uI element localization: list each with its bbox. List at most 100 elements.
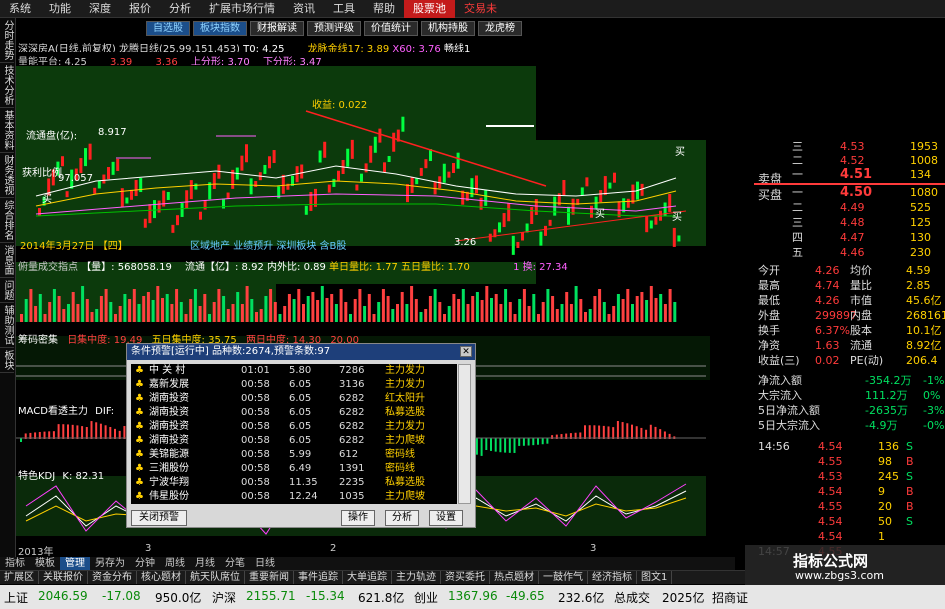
volume-bar xyxy=(179,302,183,322)
settings-button[interactable]: 设置 xyxy=(429,510,463,526)
extension-tab[interactable]: 热点题材 xyxy=(490,571,539,584)
extension-tab[interactable]: 主力轨迹 xyxy=(392,571,441,584)
x60-value: X60: 3.76 xyxy=(392,44,441,52)
close-alert-button[interactable]: 关闭预警 xyxy=(131,510,187,526)
volume-bar xyxy=(555,309,559,322)
volume-bar xyxy=(48,302,52,322)
alert-row[interactable]: ♣ 三湘股份 00:58 6.49 1391 密码线 xyxy=(131,462,457,476)
alert-name: 湖南投资 xyxy=(149,435,189,446)
quote-row: 4.55 98 B xyxy=(710,455,945,469)
menu-item[interactable]: 深度 xyxy=(80,0,120,18)
function-tab[interactable]: 预测评级 xyxy=(307,21,361,36)
sh-label: 上证 xyxy=(4,591,29,605)
period-tab[interactable]: 日线 xyxy=(250,557,280,570)
menu-item[interactable]: 分析 xyxy=(160,0,200,18)
alert-row[interactable]: ♣ 伟星股份 00:58 12.24 1035 主力爬坡 xyxy=(131,490,457,504)
macd-bar xyxy=(57,424,60,439)
volume-bar xyxy=(405,304,409,322)
period-tab[interactable]: 分钟 xyxy=(130,557,160,570)
extension-tab[interactable]: 资金分布 xyxy=(88,571,137,584)
function-tab[interactable]: 财报解读 xyxy=(250,21,304,36)
period-tab[interactable]: 管理 xyxy=(60,557,90,570)
function-tab[interactable]: 价值统计 xyxy=(364,21,418,36)
menu-item-stock-pool[interactable]: 股票池 xyxy=(404,0,455,18)
menu-item[interactable]: 报价 xyxy=(120,0,160,18)
alert-list-scrollbar[interactable] xyxy=(458,364,471,504)
quote-row: 净流入额 -354.2万 -1% xyxy=(710,374,945,388)
alert-note: 红太阳升 xyxy=(385,393,425,404)
candle xyxy=(571,198,575,215)
menu-item[interactable]: 工具 xyxy=(324,0,364,18)
extension-tab[interactable]: 核心题材 xyxy=(137,571,186,584)
function-tab[interactable]: 板块指数 xyxy=(193,21,247,36)
extension-tab[interactable]: 关联报价 xyxy=(39,571,88,584)
menu-item[interactable]: 帮助 xyxy=(364,0,404,18)
stat-value: 4.59 xyxy=(906,264,931,277)
alert-row[interactable]: ♣ 湖南投资 00:58 6.05 6282 主力发力 xyxy=(131,420,457,434)
alert-vol: 3136 xyxy=(339,379,365,390)
volume-bar xyxy=(654,298,658,322)
candle xyxy=(415,178,419,185)
extension-tab[interactable]: 扩展区 xyxy=(0,571,39,584)
close-icon[interactable]: ✕ xyxy=(460,346,472,357)
left-nav-item[interactable]: 综合排名 xyxy=(0,198,14,243)
menu-item-trade[interactable]: 交易未 xyxy=(455,0,506,18)
left-nav-item[interactable]: 财务透视 xyxy=(0,153,14,198)
period-tab[interactable]: 周线 xyxy=(160,557,190,570)
period-tab[interactable]: 指标 xyxy=(0,557,30,570)
period-tab[interactable]: 模板 xyxy=(30,557,60,570)
extension-tab[interactable]: 一鼓作气 xyxy=(539,571,588,584)
quote-row: 4.55 20 B xyxy=(710,500,945,514)
period-tab[interactable]: 月线 xyxy=(190,557,220,570)
left-nav-item[interactable]: 技术分析 xyxy=(0,63,14,108)
operate-button[interactable]: 操作 xyxy=(341,510,375,526)
extension-tab[interactable]: 经济指标 xyxy=(588,571,637,584)
left-nav-item[interactable]: 分时走势 xyxy=(0,18,14,63)
tick-price: 4.53 xyxy=(818,470,843,483)
volume-bar xyxy=(541,302,545,322)
candle xyxy=(534,199,538,216)
alert-row[interactable]: ♣ 美锦能源 00:58 5.99 612 密码线 xyxy=(131,448,457,462)
alert-row[interactable]: ♣ 嘉新发展 00:58 6.05 3136 主力发力 xyxy=(131,378,457,392)
extension-tab[interactable]: 重要新闻 xyxy=(245,571,294,584)
extension-tab[interactable]: 事件追踪 xyxy=(294,571,343,584)
period-tab[interactable]: 另存为 xyxy=(90,557,130,570)
alert-row[interactable]: ♣ 湖南投资 00:58 6.05 6282 主力爬坡 xyxy=(131,434,457,448)
left-nav-item[interactable]: 问题 xyxy=(0,278,14,303)
menu-item[interactable]: 扩展市场行情 xyxy=(200,0,284,18)
function-tab[interactable]: 龙虎榜 xyxy=(478,21,522,36)
left-nav-item[interactable]: 板块 xyxy=(0,348,14,373)
tick-price: 4.54 xyxy=(818,485,843,498)
extension-tabs: 扩展区 关联报价 资金分布 核心题材 航天队席位 重要新闻 事件追踪 大单追踪 主力轨迹 资买委托… xyxy=(0,570,745,584)
volume-bar xyxy=(29,289,33,322)
analyze-button[interactable]: 分析 xyxy=(385,510,419,526)
left-nav-item[interactable]: 基本资料 xyxy=(0,108,14,153)
candle xyxy=(654,216,658,225)
extension-tab[interactable]: 大单追踪 xyxy=(343,571,392,584)
alert-icon: ♣ xyxy=(135,449,144,460)
volume-bar xyxy=(203,294,207,322)
extension-tab[interactable]: 图文1 xyxy=(637,571,673,584)
function-tab[interactable]: 自选股 xyxy=(146,21,190,36)
huoli-value: 97.057 xyxy=(58,173,93,184)
macd-bar xyxy=(508,438,511,453)
extension-tab[interactable]: 航天队席位 xyxy=(186,571,245,584)
alert-row[interactable]: ♣ 宁波华翔 00:58 11.35 2235 私募选股 xyxy=(131,476,457,490)
alert-row[interactable]: ♣ 中 关 村 01:01 5.80 7286 主力发力 xyxy=(131,364,457,378)
alert-row[interactable]: ♣ 湖南投资 00:58 6.05 6282 红太阳升 xyxy=(131,392,457,406)
left-nav-item[interactable]: 辅助测试 xyxy=(0,303,14,348)
alert-row[interactable]: ♣ 湖南投资 00:58 6.05 6282 私募选股 xyxy=(131,406,457,420)
period-tabs: 指标 模板 管理 另存为 分钟 周线 月线 分笔 日线 xyxy=(0,557,735,570)
menu-item[interactable]: 系统 xyxy=(0,0,40,18)
period-tab[interactable]: 分笔 xyxy=(220,557,250,570)
menu-item[interactable]: 功能 xyxy=(40,0,80,18)
buy-price: 4.49 xyxy=(840,201,865,214)
menu-item[interactable]: 资讯 xyxy=(284,0,324,18)
broker-name: 招商证 xyxy=(712,591,749,605)
stat-value: 8.92亿 xyxy=(906,339,942,352)
alert-vol: 6282 xyxy=(339,393,365,404)
function-tab[interactable]: 机构持股 xyxy=(421,21,475,36)
left-nav-item[interactable]: 消息面 xyxy=(0,243,14,278)
volume-bar xyxy=(419,312,423,322)
extension-tab[interactable]: 资买委托 xyxy=(441,571,490,584)
